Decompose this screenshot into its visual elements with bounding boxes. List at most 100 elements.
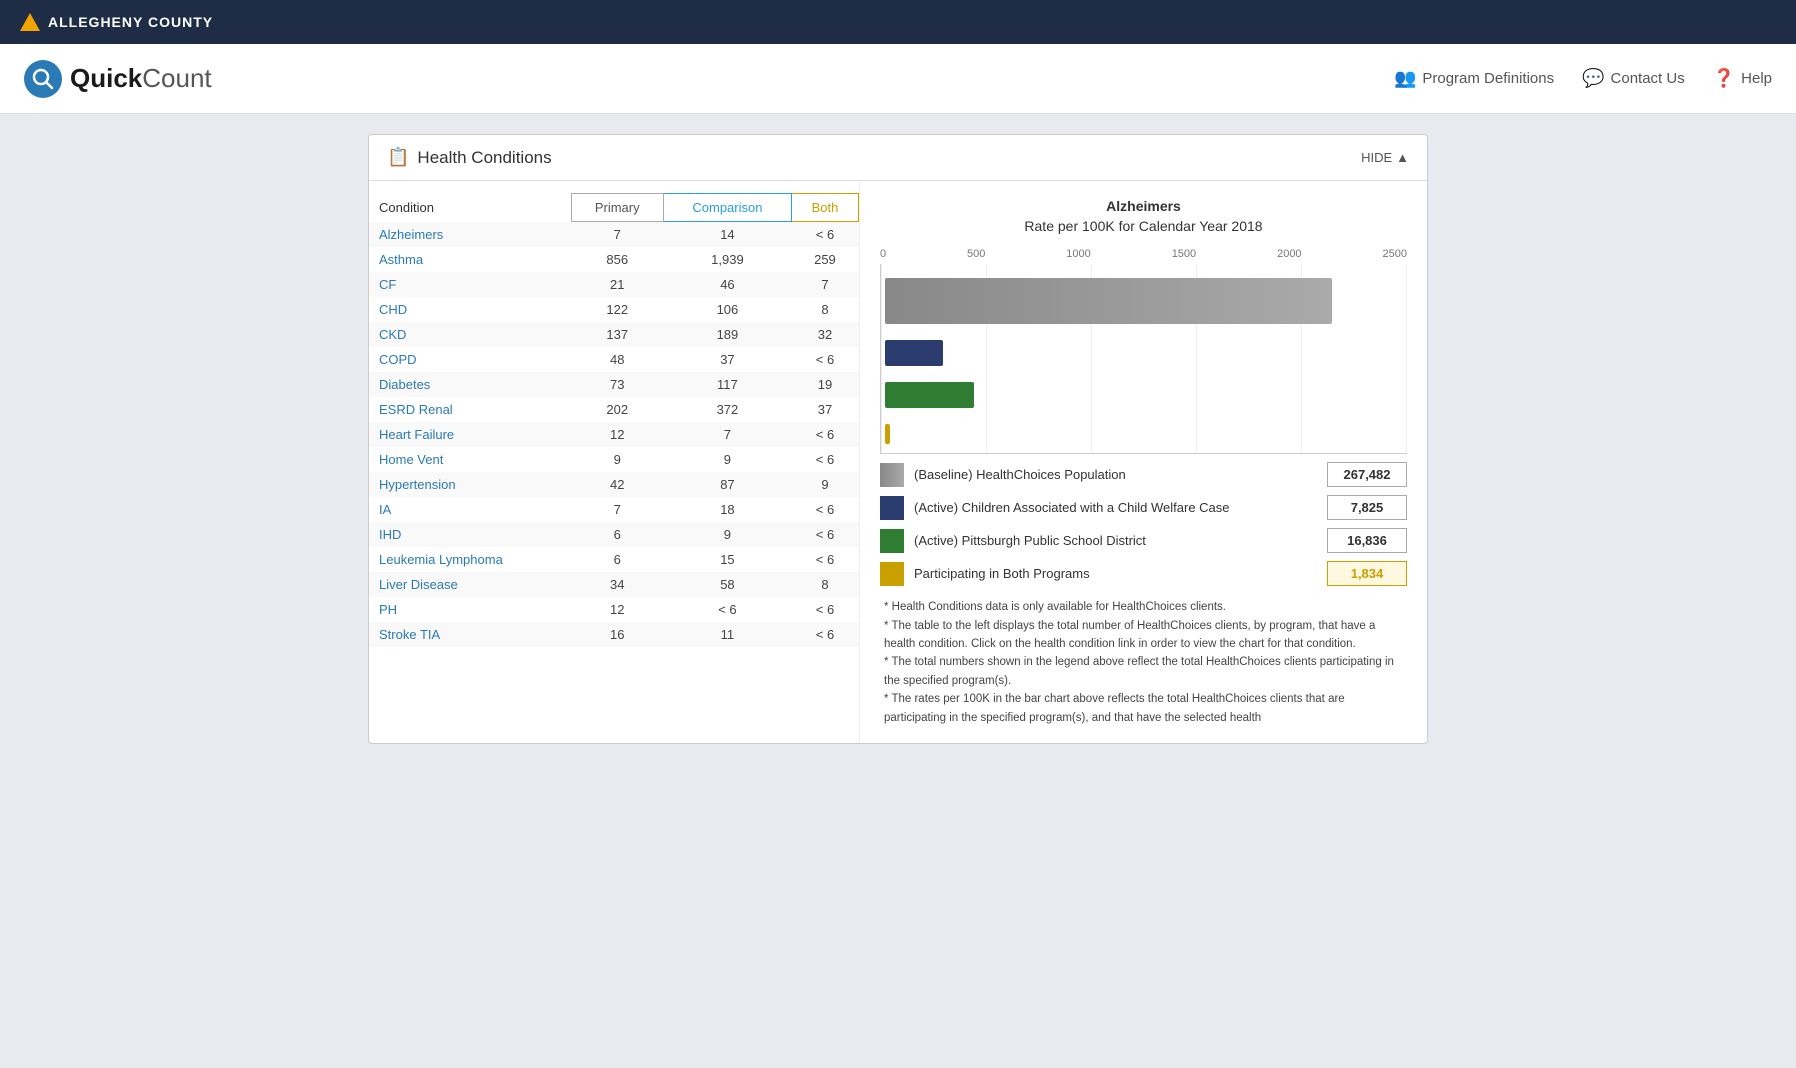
primary-value: 48 [571, 347, 663, 372]
legend-item-active: (Active) Children Associated with a Chil… [880, 495, 1407, 520]
contact-us-label: Contact Us [1611, 70, 1685, 87]
legend-value-pittsburgh: 16,836 [1327, 528, 1407, 553]
both-value: < 6 [791, 447, 858, 472]
tab-comparison[interactable]: Comparison [663, 194, 791, 222]
both-value: < 6 [791, 547, 858, 572]
help-link[interactable]: ❓ Help [1713, 68, 1772, 89]
comparison-value: 189 [663, 322, 791, 347]
program-definitions-link[interactable]: 👥 Program Definitions [1394, 68, 1554, 89]
primary-value: 7 [571, 222, 663, 248]
org-logo: ALLEGHENY COUNTY [20, 13, 213, 31]
condition-link[interactable]: COPD [369, 347, 571, 372]
legend-item-baseline: (Baseline) HealthChoices Population 267,… [880, 462, 1407, 487]
col-condition: Condition [369, 194, 571, 222]
legend-item-both: Participating in Both Programs 1,834 [880, 561, 1407, 586]
table-row: Alzheimers714< 6 [369, 222, 859, 248]
legend-label-active: (Active) Children Associated with a Chil… [914, 500, 1230, 515]
primary-value: 6 [571, 547, 663, 572]
legend-label-both: Participating in Both Programs [914, 566, 1090, 581]
chart-section: Alzheimers Rate per 100K for Calendar Ye… [859, 181, 1427, 743]
primary-value: 16 [571, 622, 663, 647]
condition-link[interactable]: ESRD Renal [369, 397, 571, 422]
condition-link[interactable]: Stroke TIA [369, 622, 571, 647]
org-name: ALLEGHENY COUNTY [48, 14, 213, 30]
table-section: Condition Primary Comparison Both Alzhei… [369, 181, 859, 743]
table-row: Leukemia Lymphoma615< 6 [369, 547, 859, 572]
condition-link[interactable]: IA [369, 497, 571, 522]
primary-value: 12 [571, 597, 663, 622]
program-defs-icon: 👥 [1394, 68, 1416, 89]
primary-value: 122 [571, 297, 663, 322]
comparison-value: 15 [663, 547, 791, 572]
comparison-value: 14 [663, 222, 791, 248]
tab-primary[interactable]: Primary [571, 194, 663, 222]
triangle-icon [20, 13, 40, 31]
primary-value: 7 [571, 497, 663, 522]
primary-value: 6 [571, 522, 663, 547]
comparison-value: 9 [663, 522, 791, 547]
comparison-value: 372 [663, 397, 791, 422]
comparison-value: 106 [663, 297, 791, 322]
swatch-active [880, 496, 904, 520]
header-brand: QuickCount [24, 60, 212, 98]
health-conditions-table: Condition Primary Comparison Both Alzhei… [369, 193, 859, 647]
both-value: 9 [791, 472, 858, 497]
condition-link[interactable]: CKD [369, 322, 571, 347]
condition-link[interactable]: Hypertension [369, 472, 571, 497]
condition-link[interactable]: Diabetes [369, 372, 571, 397]
brand-text: QuickCount [70, 63, 212, 94]
brand-quick: Quick [70, 63, 142, 93]
comparison-value: 1,939 [663, 247, 791, 272]
note-item: * Health Conditions data is only availab… [884, 598, 1403, 616]
condition-link[interactable]: Heart Failure [369, 422, 571, 447]
condition-link[interactable]: IHD [369, 522, 571, 547]
tab-both[interactable]: Both [791, 194, 858, 222]
panel-title-text: Health Conditions [417, 148, 551, 168]
both-value: < 6 [791, 522, 858, 547]
condition-link[interactable]: Asthma [369, 247, 571, 272]
chevron-up-icon: ▲ [1396, 150, 1409, 165]
condition-link[interactable]: Leukemia Lymphoma [369, 547, 571, 572]
table-row: ESRD Renal20237237 [369, 397, 859, 422]
primary-value: 42 [571, 472, 663, 497]
bar-pittsburgh [885, 382, 974, 408]
condition-link[interactable]: PH [369, 597, 571, 622]
both-value: < 6 [791, 422, 858, 447]
chart-axis: 0 500 1000 1500 2000 2500 [880, 248, 1407, 260]
panel-icon: 📋 [387, 147, 409, 168]
both-value: < 6 [791, 497, 858, 522]
condition-link[interactable]: CF [369, 272, 571, 297]
comparison-value: 46 [663, 272, 791, 297]
panel-header: 📋 Health Conditions HIDE ▲ [369, 135, 1427, 181]
panel-title: 📋 Health Conditions [387, 147, 552, 168]
comparison-value: 18 [663, 497, 791, 522]
primary-value: 21 [571, 272, 663, 297]
table-row: COPD4837< 6 [369, 347, 859, 372]
program-definitions-label: Program Definitions [1422, 70, 1554, 87]
both-value: 32 [791, 322, 858, 347]
chart-title-line1: Alzheimers [1106, 198, 1181, 214]
header-bar: QuickCount 👥 Program Definitions 💬 Conta… [0, 44, 1796, 114]
hide-label: HIDE [1361, 150, 1392, 165]
main-content: 📋 Health Conditions HIDE ▲ Condition Pri… [0, 114, 1796, 1068]
condition-link[interactable]: CHD [369, 297, 571, 322]
comparison-value: < 6 [663, 597, 791, 622]
table-row: Stroke TIA1611< 6 [369, 622, 859, 647]
hide-button[interactable]: HIDE ▲ [1361, 150, 1409, 165]
legend-value-active: 7,825 [1327, 495, 1407, 520]
brand-count: Count [142, 63, 211, 93]
condition-link[interactable]: Home Vent [369, 447, 571, 472]
note-item: * The total numbers shown in the legend … [884, 653, 1403, 690]
note-item: * The rates per 100K in the bar chart ab… [884, 690, 1403, 727]
table-row: PH12< 6< 6 [369, 597, 859, 622]
legend-item-pittsburgh: (Active) Pittsburgh Public School Distri… [880, 528, 1407, 553]
condition-link[interactable]: Liver Disease [369, 572, 571, 597]
top-bar: ALLEGHENY COUNTY [0, 0, 1796, 44]
table-row: Liver Disease34588 [369, 572, 859, 597]
bar-both [885, 424, 890, 444]
comparison-value: 87 [663, 472, 791, 497]
contact-us-link[interactable]: 💬 Contact Us [1582, 68, 1685, 89]
condition-link[interactable]: Alzheimers [369, 222, 571, 248]
note-item: * The table to the left displays the tot… [884, 617, 1403, 654]
both-value: 7 [791, 272, 858, 297]
